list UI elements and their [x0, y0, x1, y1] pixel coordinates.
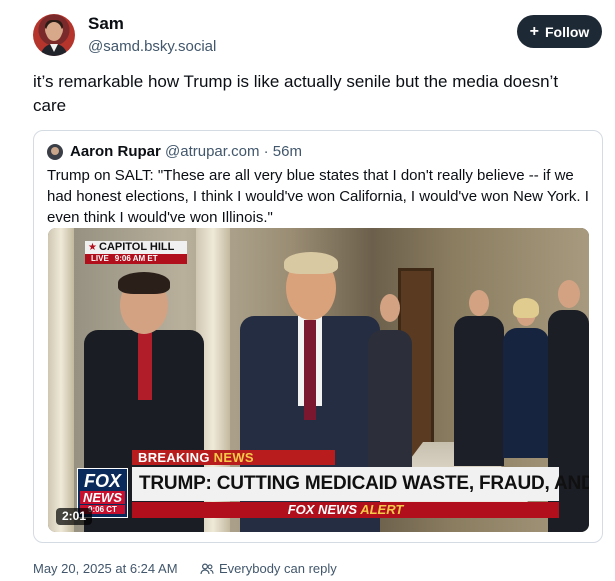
star-icon: ★ [88, 242, 97, 253]
news-label: NEWS [213, 450, 254, 465]
alert-banner: FOX NEWS ALERT [132, 502, 559, 518]
plus-icon: + [529, 22, 539, 40]
quoted-post-time[interactable]: 56m [273, 143, 302, 160]
live-label: LIVE [91, 254, 109, 263]
background-pillar [48, 228, 74, 532]
person-right-2 [454, 286, 504, 466]
person-right-3 [503, 298, 549, 458]
quoted-author-avatar[interactable] [47, 144, 63, 160]
video-player[interactable]: ★ CAPITOL HILL LIVE 9:06 AM ET BREAKING N… [48, 228, 589, 532]
breaking-news-banner: BREAKING NEWS [132, 450, 335, 465]
author-display-name[interactable]: Sam [88, 14, 124, 34]
location-tag: ★ CAPITOL HILL LIVE 9:06 AM ET [85, 241, 187, 265]
quoted-author-name[interactable]: Aaron Rupar [70, 143, 161, 160]
video-duration: 2:01 [56, 508, 93, 525]
breaking-label: BREAKING [138, 450, 210, 465]
chyron-headline: TRUMP: CUTTING MEDICAID WASTE, FRAUD, AN… [132, 467, 589, 501]
post-text: it’s remarkable how Trump is like actual… [33, 72, 559, 115]
follow-button-label: Follow [545, 23, 590, 40]
quoted-post-meta: Aaron Rupar @atrupar.com · 56m [70, 143, 302, 160]
live-time: 9:06 AM ET [114, 254, 158, 263]
quoted-author-handle[interactable]: @atrupar.com [165, 143, 259, 160]
alert-highlight: ALERT [360, 502, 404, 517]
logo-bottom-text: NEWS [80, 491, 125, 504]
alert-prefix: FOX NEWS [287, 502, 358, 517]
meta-separator: · [263, 143, 269, 160]
post-timestamp[interactable]: May 20, 2025 at 6:24 AM [33, 561, 178, 576]
author-avatar[interactable] [33, 14, 75, 56]
logo-top-text: FOX [83, 471, 121, 491]
live-indicator: LIVE 9:06 AM ET [85, 254, 187, 264]
post-card: Sam @samd.bsky.social + Follow it’s rema… [0, 0, 615, 581]
location-tag-label: CAPITOL HILL [85, 241, 187, 254]
reply-permission[interactable]: Everybody can reply [200, 561, 337, 576]
quoted-post[interactable]: Aaron Rupar @atrupar.com · 56m Trump on … [33, 130, 603, 543]
author-handle[interactable]: @samd.bsky.social [88, 38, 216, 55]
follow-button[interactable]: + Follow [517, 15, 602, 48]
reply-permission-label: Everybody can reply [219, 561, 337, 576]
quoted-post-text: Trump on SALT: "These are all very blue … [47, 167, 589, 226]
people-icon [200, 562, 214, 574]
person-right-1 [368, 290, 412, 490]
avatar-face [46, 22, 62, 41]
